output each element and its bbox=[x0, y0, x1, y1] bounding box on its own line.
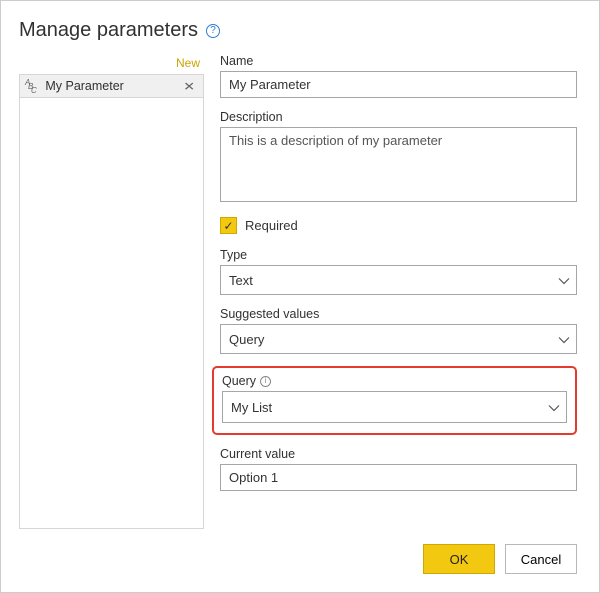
text-type-icon: B bbox=[26, 81, 35, 92]
dialog-title: Manage parameters bbox=[19, 19, 198, 42]
suggested-values-field: Suggested values Query bbox=[220, 307, 577, 354]
parameter-list-item[interactable]: B My Parameter ✕ bbox=[20, 75, 203, 98]
current-value-field: Current value bbox=[220, 447, 577, 491]
query-value: My List bbox=[231, 400, 272, 415]
new-parameter-link[interactable]: New bbox=[19, 54, 204, 74]
current-value-input[interactable] bbox=[220, 464, 577, 491]
chevron-down-icon bbox=[558, 334, 568, 344]
required-checkbox[interactable]: ✓ bbox=[220, 217, 237, 234]
dialog-footer: OK Cancel bbox=[423, 544, 577, 574]
parameter-sidebar: New B My Parameter ✕ bbox=[19, 54, 204, 529]
type-select[interactable]: Text bbox=[220, 265, 577, 295]
chevron-down-icon bbox=[558, 275, 568, 285]
required-field[interactable]: ✓ Required bbox=[220, 217, 577, 234]
dialog-header: Manage parameters ? bbox=[19, 19, 577, 42]
required-label: Required bbox=[245, 218, 298, 233]
suggested-values-select[interactable]: Query bbox=[220, 324, 577, 354]
query-select[interactable]: My List bbox=[222, 391, 567, 423]
type-label: Type bbox=[220, 248, 577, 262]
help-icon[interactable]: ? bbox=[206, 24, 220, 38]
suggested-values-label: Suggested values bbox=[220, 307, 577, 321]
name-input[interactable] bbox=[220, 71, 577, 98]
cancel-button[interactable]: Cancel bbox=[505, 544, 577, 574]
current-value-label: Current value bbox=[220, 447, 577, 461]
checkmark-icon: ✓ bbox=[223, 220, 233, 232]
parameter-form: Name Description This is a description o… bbox=[220, 54, 577, 529]
dialog-content: New B My Parameter ✕ Name Description Th… bbox=[19, 54, 577, 529]
info-icon[interactable]: i bbox=[260, 376, 271, 387]
type-field: Type Text bbox=[220, 248, 577, 295]
parameter-item-name: My Parameter bbox=[39, 79, 181, 93]
parameter-list: B My Parameter ✕ bbox=[19, 74, 204, 529]
description-label: Description bbox=[220, 110, 577, 124]
ok-button[interactable]: OK bbox=[423, 544, 495, 574]
name-label: Name bbox=[220, 54, 577, 68]
query-highlight-box: Query i My List bbox=[212, 366, 577, 435]
remove-parameter-icon[interactable]: ✕ bbox=[181, 80, 197, 92]
query-label: Query i bbox=[222, 374, 567, 388]
name-field: Name bbox=[220, 54, 577, 98]
suggested-values-value: Query bbox=[229, 332, 264, 347]
chevron-down-icon bbox=[548, 402, 558, 412]
description-input[interactable]: This is a description of my parameter bbox=[220, 127, 577, 202]
type-value: Text bbox=[229, 273, 253, 288]
description-field: Description This is a description of my … bbox=[220, 110, 577, 205]
